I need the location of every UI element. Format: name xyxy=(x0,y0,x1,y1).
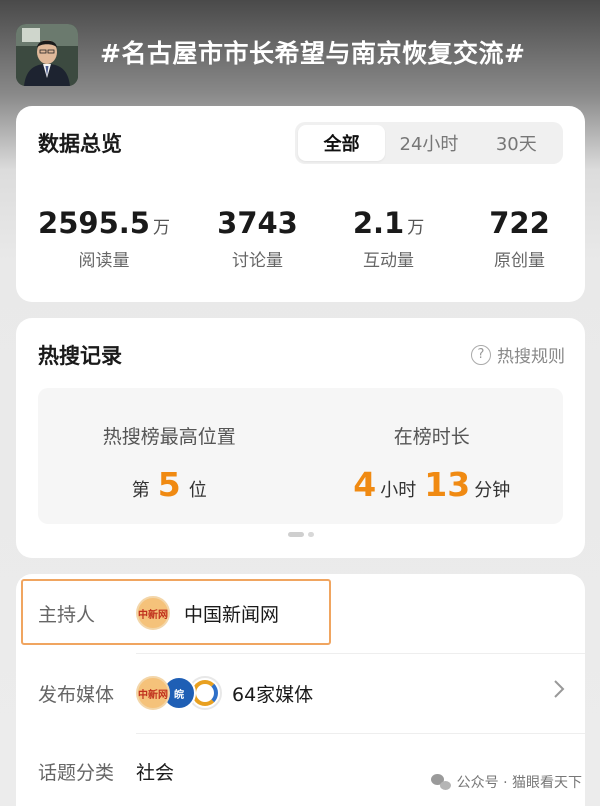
page-dot xyxy=(307,532,314,537)
peak-position: 热搜榜最高位置 第 5 位 xyxy=(38,388,301,524)
category-row: 话题分类 社会 xyxy=(16,736,585,806)
host-label: 主持人 xyxy=(38,604,96,626)
page-dot-active xyxy=(287,532,304,537)
hot-search-title: 热搜记录 xyxy=(38,344,122,368)
stat-interactions: 2.1 万 互动量 xyxy=(323,206,454,271)
stat-reads-label: 阅读量 xyxy=(78,251,130,271)
peak-value: 5 xyxy=(157,465,181,504)
topic-avatar xyxy=(16,24,78,86)
stats-row: 2595.5 万 阅读量 3743 讨论量 2.1 万 互动量 722 原创量 xyxy=(16,206,585,271)
row-divider xyxy=(136,733,585,734)
stat-discussions: 3743 讨论量 xyxy=(192,206,323,271)
chevron-right-icon xyxy=(553,678,565,706)
stat-originals-value: 722 xyxy=(489,206,550,240)
stat-discussions-label: 讨论量 xyxy=(232,251,283,271)
stat-originals: 722 原创量 xyxy=(454,206,585,271)
hours-value: 4 xyxy=(353,465,377,504)
media-count: 64家媒体 xyxy=(232,684,314,706)
hot-search-stats-box: 热搜榜最高位置 第 5 位 在榜时长 4 小时 13 分钟 xyxy=(38,388,563,524)
stat-discussions-value: 3743 xyxy=(217,206,298,240)
data-overview-card: 数据总览 全部 24小时 30天 2595.5 万 阅读量 3743 讨论量 2.… xyxy=(16,106,585,302)
watermark-text: 公众号 · 猫眼看天下 xyxy=(456,775,582,791)
category-value: 社会 xyxy=(136,762,175,784)
peak-prefix: 第 xyxy=(131,480,150,501)
chinanews-logo-icon: 中新网 xyxy=(136,676,170,710)
wechat-icon xyxy=(430,774,451,790)
minutes-unit: 分钟 xyxy=(474,480,511,501)
peak-position-label: 热搜榜最高位置 xyxy=(102,426,236,448)
stat-originals-label: 原创量 xyxy=(494,251,545,271)
media-row[interactable]: 发布媒体 中新网 皖 64家媒体 xyxy=(16,654,585,734)
person-avatar-image xyxy=(16,24,78,86)
stat-reads-value: 2595.5 xyxy=(38,206,150,240)
stat-reads: 2595.5 万 阅读量 xyxy=(16,206,192,271)
tab-24h[interactable]: 24小时 xyxy=(385,125,472,161)
host-row[interactable]: 主持人 中新网 中国新闻网 xyxy=(16,574,585,654)
stat-interactions-label: 互动量 xyxy=(363,251,414,271)
hot-search-card: 热搜记录 ? 热搜规则 热搜榜最高位置 第 5 位 在榜时长 4 小时 13 分… xyxy=(16,318,585,558)
overview-title: 数据总览 xyxy=(38,132,122,156)
category-label: 话题分类 xyxy=(38,762,115,784)
stat-interactions-unit: 万 xyxy=(407,218,425,238)
hours-unit: 小时 xyxy=(380,480,417,501)
time-on-list-label: 在榜时长 xyxy=(393,426,470,448)
media-label: 发布媒体 xyxy=(38,684,115,706)
topic-title: #名古屋市市长希望与南京恢复交流# xyxy=(100,39,526,68)
hot-search-rules-link[interactable]: ? 热搜规则 xyxy=(471,342,565,367)
page-indicator xyxy=(16,532,585,537)
stat-reads-unit: 万 xyxy=(152,218,170,238)
chinanews-logo-icon: 中新网 xyxy=(136,596,170,630)
peak-suffix: 位 xyxy=(188,480,207,501)
topic-header: #名古屋市市长希望与南京恢复交流# xyxy=(0,0,600,100)
tab-30d[interactable]: 30天 xyxy=(473,125,560,161)
time-range-tabs: 全部 24小时 30天 xyxy=(295,122,563,164)
host-name: 中国新闻网 xyxy=(184,604,280,626)
stat-interactions-value: 2.1 xyxy=(352,206,405,240)
tab-all[interactable]: 全部 xyxy=(298,125,386,161)
hot-search-rules-label: 热搜规则 xyxy=(497,347,565,367)
time-on-list: 在榜时长 4 小时 13 分钟 xyxy=(301,388,564,524)
minutes-value: 13 xyxy=(424,465,471,504)
watermark: 公众号 · 猫眼看天下 xyxy=(430,772,582,792)
question-icon: ? xyxy=(471,344,491,365)
